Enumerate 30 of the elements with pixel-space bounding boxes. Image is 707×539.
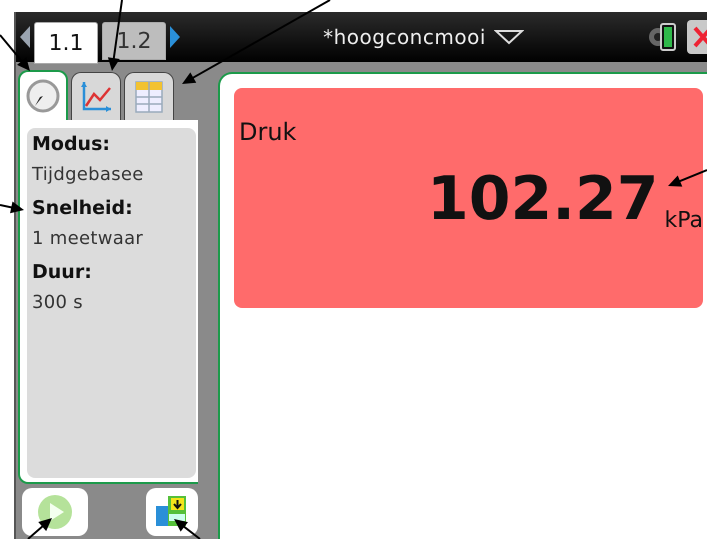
setting-value: 1 meetwaar [32, 227, 144, 251]
meter-tab[interactable] [18, 70, 68, 120]
page-tab[interactable]: 1.1 [34, 22, 98, 64]
annotation-arrow [27, 518, 52, 539]
gauge-icon [26, 79, 60, 113]
setting-value: 300 s [32, 291, 84, 315]
dropdown-icon[interactable] [494, 29, 524, 45]
graph-tab[interactable] [71, 72, 121, 120]
close-icon[interactable] [687, 20, 707, 54]
table-tab[interactable] [124, 72, 174, 120]
page-tab[interactable]: 1.2 [102, 22, 166, 60]
document-title: *hoogconcmooi [323, 25, 486, 49]
meter-label: Druk [239, 118, 296, 146]
annotation-arrow [0, 201, 24, 214]
play-icon [37, 494, 73, 530]
store-button[interactable] [146, 488, 198, 536]
right-arrow-icon[interactable] [170, 26, 180, 48]
setting-value: Tijdgebasee [32, 163, 145, 187]
setting-label: Snelheid: [32, 196, 134, 221]
meter-unit: kPa [664, 208, 703, 233]
table-icon [135, 80, 163, 112]
chart-icon [79, 80, 113, 114]
annotation-arrow [174, 519, 201, 539]
annotation-arrow [668, 169, 707, 187]
left-arrow-icon[interactable] [20, 26, 30, 48]
setting-label: Modus: [32, 132, 111, 157]
setting-label: Duur: [32, 260, 93, 285]
meter-value: 102.27 [426, 164, 658, 234]
annotation-arrow [0, 34, 30, 71]
start-button[interactable] [22, 488, 88, 536]
